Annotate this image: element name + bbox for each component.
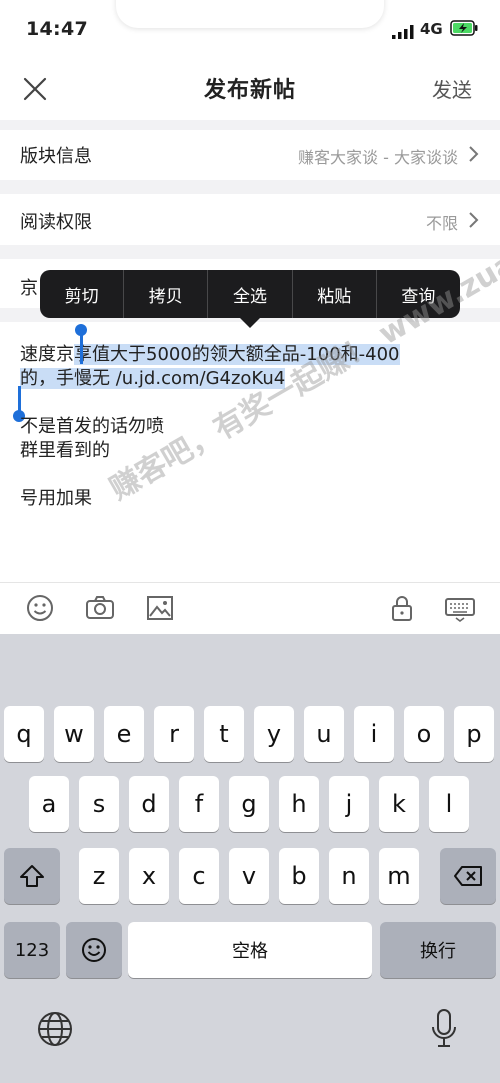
lock-icon[interactable] bbox=[386, 592, 418, 624]
editor-toolbar bbox=[0, 582, 500, 633]
system-keyboard: q w e r t y u i o p a s d f g h j k l z … bbox=[0, 634, 500, 1083]
key-e[interactable]: e bbox=[104, 706, 144, 762]
shift-key[interactable] bbox=[4, 848, 60, 904]
post-title-input[interactable]: 京 bbox=[20, 274, 38, 300]
key-o[interactable]: o bbox=[404, 706, 444, 762]
key-a[interactable]: a bbox=[29, 776, 69, 832]
battery-charging-icon bbox=[450, 20, 478, 36]
chevron-right-icon bbox=[468, 211, 480, 229]
key-w[interactable]: w bbox=[54, 706, 94, 762]
numbers-key[interactable]: 123 bbox=[4, 922, 60, 978]
page-title: 发布新帖 bbox=[203, 78, 296, 103]
microphone-icon[interactable] bbox=[428, 1008, 460, 1050]
key-j[interactable]: j bbox=[329, 776, 369, 832]
image-icon[interactable] bbox=[144, 592, 176, 624]
shift-icon bbox=[20, 865, 44, 887]
signal-icon bbox=[392, 24, 414, 39]
paste-menu-item[interactable]: 粘贴 bbox=[293, 270, 377, 318]
key-b[interactable]: b bbox=[279, 848, 319, 904]
key-d[interactable]: d bbox=[129, 776, 169, 832]
body-line-1: 速度京享值大于5000的领大额全品-100和-400 bbox=[20, 340, 400, 366]
key-c[interactable]: c bbox=[179, 848, 219, 904]
read-permission-label: 阅读权限 bbox=[20, 212, 92, 233]
key-n[interactable]: n bbox=[329, 848, 369, 904]
key-l[interactable]: l bbox=[429, 776, 469, 832]
key-r[interactable]: r bbox=[154, 706, 194, 762]
globe-icon[interactable] bbox=[36, 1010, 74, 1048]
emoji-icon[interactable] bbox=[24, 592, 56, 624]
backspace-icon bbox=[454, 866, 482, 886]
selection-end-caret bbox=[18, 386, 21, 412]
key-y[interactable]: y bbox=[254, 706, 294, 762]
emoji-icon bbox=[82, 938, 106, 962]
key-t[interactable]: t bbox=[204, 706, 244, 762]
board-info-label: 版块信息 bbox=[20, 146, 92, 167]
body-line-4: 群里看到的 bbox=[20, 440, 110, 461]
key-q[interactable]: q bbox=[4, 706, 44, 762]
delete-key[interactable] bbox=[440, 848, 496, 904]
select-all-menu-item[interactable]: 全选 bbox=[208, 270, 293, 318]
board-info-value: 赚客大家谈 - 大家谈谈 bbox=[298, 148, 458, 167]
camera-icon[interactable] bbox=[84, 592, 116, 624]
body-line-3: 不是首发的话勿喷 bbox=[20, 416, 164, 437]
body-line-2: 的，手慢无 /u.jd.com/G4zoKu4 bbox=[20, 364, 286, 390]
key-v[interactable]: v bbox=[229, 848, 269, 904]
return-key[interactable]: 换行 bbox=[380, 922, 496, 978]
emoji-key[interactable] bbox=[66, 922, 122, 978]
selection-start-caret bbox=[80, 334, 83, 364]
key-h[interactable]: h bbox=[279, 776, 319, 832]
body-line-5: 号用加果 bbox=[20, 488, 92, 509]
key-g[interactable]: g bbox=[229, 776, 269, 832]
key-x[interactable]: x bbox=[129, 848, 169, 904]
keyboard-hide-icon[interactable] bbox=[444, 592, 476, 624]
key-p[interactable]: p bbox=[454, 706, 494, 762]
body-text-plain: 速度京 bbox=[20, 344, 74, 365]
chevron-right-icon bbox=[468, 145, 480, 163]
lookup-menu-item[interactable]: 查询 bbox=[377, 270, 460, 318]
status-time: 14:47 bbox=[26, 18, 88, 40]
body-text-selected: 的，手慢无 /u.jd.com/G4zoKu4 bbox=[20, 368, 286, 389]
key-m[interactable]: m bbox=[379, 848, 419, 904]
network-type: 4G bbox=[420, 20, 443, 38]
key-s[interactable]: s bbox=[79, 776, 119, 832]
cut-menu-item[interactable]: 剪切 bbox=[40, 270, 125, 318]
read-permission-value: 不限 bbox=[425, 214, 458, 233]
copy-menu-item[interactable]: 拷贝 bbox=[124, 270, 209, 318]
edit-context-menu: 剪切 拷贝 全选 粘贴 查询 bbox=[40, 270, 460, 318]
send-button[interactable]: 发送 bbox=[432, 74, 472, 103]
key-i[interactable]: i bbox=[354, 706, 394, 762]
key-f[interactable]: f bbox=[179, 776, 219, 832]
body-text-selected: 享值大于5000的领大额全品-100和-400 bbox=[74, 344, 400, 365]
space-key[interactable]: 空格 bbox=[128, 922, 372, 978]
notification-pill bbox=[116, 0, 384, 28]
key-u[interactable]: u bbox=[304, 706, 344, 762]
key-z[interactable]: z bbox=[79, 848, 119, 904]
key-k[interactable]: k bbox=[379, 776, 419, 832]
